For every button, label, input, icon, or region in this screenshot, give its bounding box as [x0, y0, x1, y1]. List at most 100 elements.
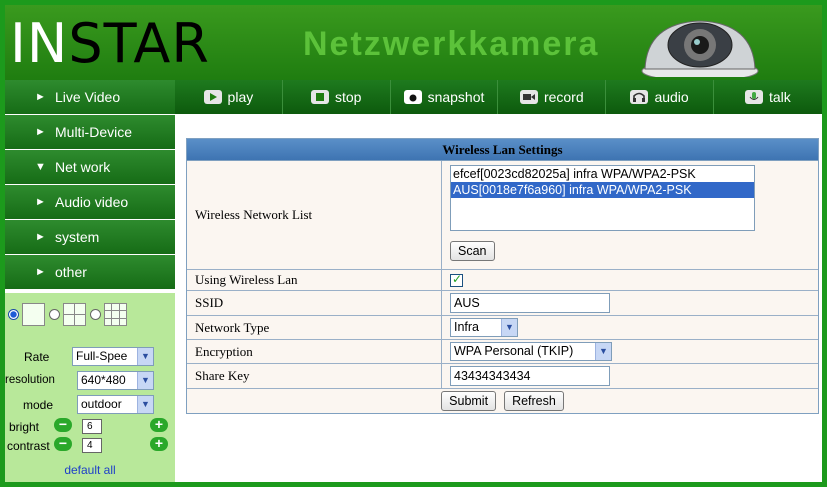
network-list-label: Wireless Network List [187, 161, 442, 269]
sidebar-item-multi-device[interactable]: ► Multi-Device [5, 115, 175, 149]
triangle-right-icon: ► [35, 126, 46, 138]
sidebar-item-live-video[interactable]: ► Live Video [5, 80, 175, 114]
quad-view-icon [63, 303, 86, 326]
encryption-select[interactable]: WPA Personal (TKIP) ▼ [450, 342, 612, 361]
chevron-down-icon: ▼ [595, 343, 611, 360]
share-key-cell: 43434343434 [442, 364, 818, 388]
submit-button[interactable]: Submit [441, 391, 497, 411]
stop-label: stop [334, 89, 362, 105]
triangle-right-icon: ► [35, 91, 46, 103]
wireless-settings-form: Wireless Lan Settings Wireless Network L… [186, 138, 819, 414]
resolution-row: resolution 640*480 ▼ [5, 371, 175, 391]
network-list-item[interactable]: efcef[0023cd82025a] infra WPA/WPA2-PSK [451, 166, 754, 182]
sidebar-item-network[interactable]: ▼ Net work [5, 150, 175, 184]
using-wireless-cell [442, 270, 818, 290]
using-wireless-checkbox[interactable] [450, 272, 463, 287]
refresh-button[interactable]: Refresh [504, 391, 564, 411]
form-title: Wireless Lan Settings [187, 139, 818, 161]
chevron-down-icon: ▼ [137, 396, 153, 413]
snapshot-label: snapshot [427, 89, 485, 105]
header-subtitle: Netzwerkkamera [303, 25, 600, 63]
sidebar-item-label: other [55, 264, 87, 280]
sidebar-item-label: Live Video [55, 89, 121, 105]
rate-select[interactable]: Full-Spee ▼ [72, 347, 154, 366]
stop-icon [310, 90, 329, 104]
chevron-down-icon: ▼ [137, 348, 153, 365]
encryption-cell: WPA Personal (TKIP) ▼ [442, 340, 818, 363]
view-mode-1-radio[interactable] [8, 309, 19, 320]
network-list-row: Wireless Network List efcef[0023cd82025a… [187, 161, 818, 270]
sidebar-nav: ► Live Video ► Multi-Device ▼ Net work ►… [5, 80, 175, 292]
view-mode-selector [8, 303, 131, 326]
stop-button[interactable]: stop [283, 80, 391, 114]
share-key-row: Share Key 43434343434 [187, 364, 818, 389]
instar-logo: IN STAR [10, 13, 210, 75]
play-button[interactable]: play [175, 80, 283, 114]
record-button[interactable]: record [498, 80, 607, 114]
audio-label: audio [654, 89, 689, 105]
view-mode-4-radio[interactable] [49, 309, 60, 320]
bright-label: bright [9, 420, 40, 434]
using-wireless-row: Using Wireless Lan [187, 270, 818, 291]
mode-select[interactable]: outdoor ▼ [77, 395, 154, 414]
share-key-label: Share Key [187, 364, 442, 388]
chevron-down-icon: ▼ [501, 319, 517, 336]
network-type-value: Infra [454, 320, 480, 334]
rate-row: Rate Full-Spee ▼ [5, 347, 175, 367]
ssid-row: SSID AUS [187, 291, 818, 316]
form-actions-row: Submit Refresh [187, 389, 818, 413]
network-type-select[interactable]: Infra ▼ [450, 318, 518, 337]
encryption-label: Encryption [187, 340, 442, 363]
audio-icon [630, 90, 649, 104]
single-view-icon [22, 303, 45, 326]
triangle-right-icon: ► [35, 196, 46, 208]
default-all-link[interactable]: default all [5, 463, 175, 477]
using-wireless-label: Using Wireless Lan [187, 270, 442, 290]
talk-button[interactable]: talk [714, 80, 822, 114]
resolution-label: resolution [5, 374, 55, 386]
contrast-row: contrast − 4 + [5, 436, 175, 456]
logo-text-in: IN [10, 12, 69, 75]
network-type-cell: Infra ▼ [442, 316, 818, 339]
bright-decrease-button[interactable]: − [54, 417, 72, 432]
contrast-increase-button[interactable]: + [150, 436, 168, 451]
ssid-input[interactable]: AUS [450, 293, 610, 313]
sidebar-item-label: Net work [55, 159, 111, 175]
record-icon [519, 90, 538, 104]
dome-camera-icon [641, 20, 759, 77]
snapshot-button[interactable]: snapshot [391, 80, 499, 114]
nine-view-icon [104, 303, 127, 326]
resolution-select[interactable]: 640*480 ▼ [77, 371, 154, 390]
network-type-label: Network Type [187, 316, 442, 339]
encryption-row: Encryption WPA Personal (TKIP) ▼ [187, 340, 818, 364]
network-list-item-selected[interactable]: AUS[0018e7f6a960] infra WPA/WPA2-PSK [451, 182, 754, 198]
contrast-decrease-button[interactable]: − [54, 436, 72, 451]
snapshot-icon [403, 90, 422, 104]
share-key-input[interactable]: 43434343434 [450, 366, 610, 386]
logo-text-star: STAR [68, 12, 210, 75]
sidebar-item-label: Audio video [55, 194, 129, 210]
contrast-value: 4 [82, 438, 102, 453]
rate-value: Full-Spee [76, 349, 128, 363]
video-controls-panel: Rate Full-Spee ▼ resolution 640*480 ▼ mo… [5, 292, 175, 482]
toolbar: play stop snapshot record audio talk [175, 80, 822, 114]
mode-value: outdoor [81, 397, 122, 411]
scan-button[interactable]: Scan [450, 241, 495, 261]
sidebar-item-system[interactable]: ► system [5, 220, 175, 254]
sidebar-item-label: Multi-Device [55, 124, 133, 140]
contrast-label: contrast [7, 439, 50, 453]
resolution-value: 640*480 [81, 373, 126, 387]
network-list-cell: efcef[0023cd82025a] infra WPA/WPA2-PSK A… [442, 161, 818, 269]
chevron-down-icon: ▼ [137, 372, 153, 389]
bright-increase-button[interactable]: + [150, 417, 168, 432]
rate-label: Rate [24, 350, 50, 364]
bright-row: bright − 6 + [5, 417, 175, 437]
wireless-network-list[interactable]: efcef[0023cd82025a] infra WPA/WPA2-PSK A… [450, 165, 755, 231]
ssid-label: SSID [187, 291, 442, 315]
triangle-right-icon: ► [35, 266, 46, 278]
record-label: record [543, 89, 584, 105]
view-mode-9-radio[interactable] [90, 309, 101, 320]
sidebar-item-audio-video[interactable]: ► Audio video [5, 185, 175, 219]
audio-button[interactable]: audio [606, 80, 714, 114]
sidebar-item-other[interactable]: ► other [5, 255, 175, 289]
